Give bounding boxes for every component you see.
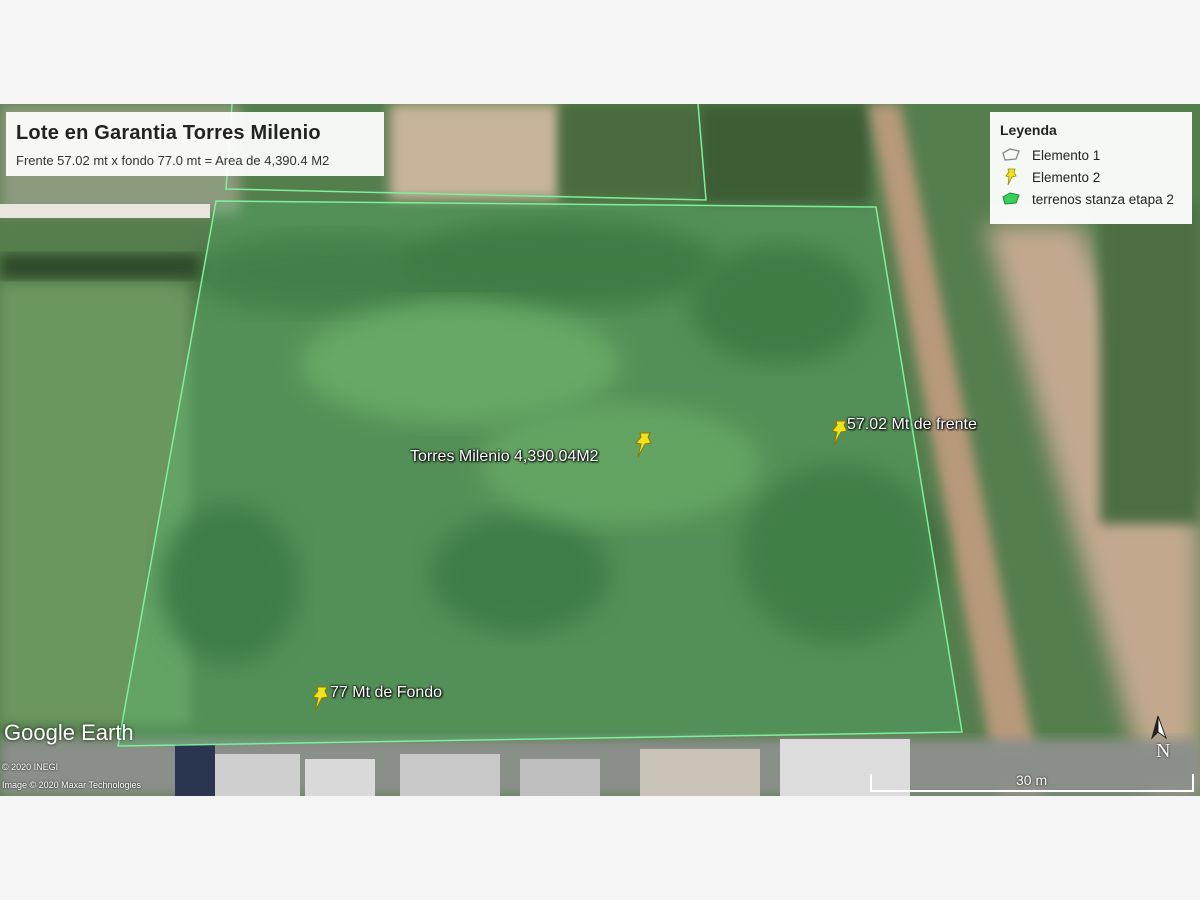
legend-panel: Leyenda Elemento 1 Elemento 2 terrenos s…	[990, 112, 1192, 224]
lot-polygon	[117, 200, 963, 747]
credit-inegi: © 2020 INEGI	[2, 762, 59, 772]
placemark-label-frente[interactable]: 57.02 Mt de frente	[847, 416, 977, 434]
north-label: N	[1156, 740, 1171, 762]
brand-first: Google	[4, 720, 75, 745]
legend-item-terrenos: terrenos stanza etapa 2	[1000, 188, 1182, 210]
title-box: Lote en Garantia Torres Milenio Frente 5…	[6, 112, 384, 176]
credit-maxar: Image © 2020 Maxar Technologies	[2, 780, 142, 790]
polygon-outline-icon	[1000, 146, 1022, 164]
scale-label: 30 m	[1016, 772, 1048, 788]
yellow-pushpin-icon[interactable]	[633, 432, 655, 458]
legend-item-elemento-1: Elemento 1	[1000, 144, 1182, 166]
yellow-pushpin-icon	[1000, 168, 1022, 186]
legend-item-elemento-2: Elemento 2	[1000, 166, 1182, 188]
placemark-label-fondo[interactable]: 77 Mt de Fondo	[330, 684, 442, 702]
legend-item-label: Elemento 2	[1032, 169, 1101, 185]
north-arrow-icon[interactable]: N	[1148, 712, 1178, 772]
yellow-pushpin-icon[interactable]	[310, 686, 332, 712]
google-earth-logo: Google Earth	[4, 720, 134, 746]
map-title: Lote en Garantia Torres Milenio	[16, 122, 321, 144]
placemark-label-area[interactable]: Torres Milenio 4,390.04M2	[410, 448, 599, 466]
brand-second: Earth	[81, 720, 134, 745]
map-subtitle: Frente 57.02 mt x fondo 77.0 mt = Area d…	[16, 153, 330, 168]
legend-title: Leyenda	[1000, 122, 1057, 138]
satellite-map[interactable]: Lote en Garantia Torres Milenio Frente 5…	[0, 104, 1200, 796]
legend-item-label: Elemento 1	[1032, 147, 1101, 163]
legend-item-label: terrenos stanza etapa 2	[1032, 191, 1174, 207]
green-polygon-icon	[1000, 190, 1022, 208]
